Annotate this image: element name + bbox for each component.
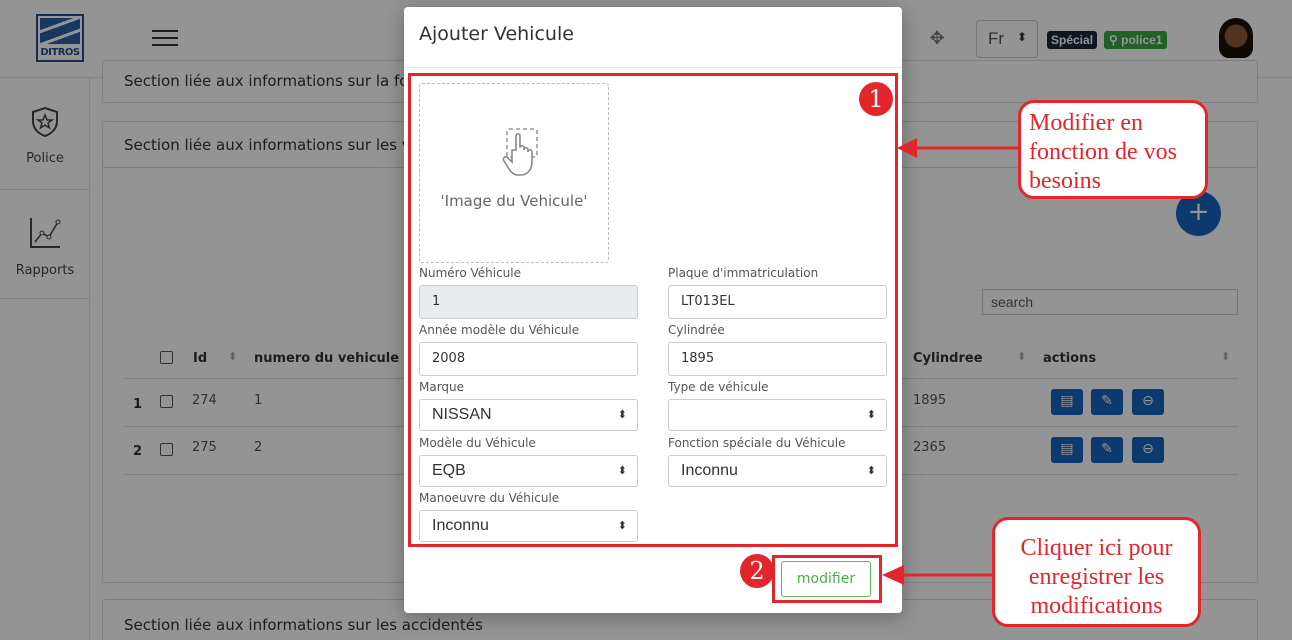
- callout-save: Cliquer ici pour enregistrer les modific…: [992, 517, 1201, 627]
- form-highlight-box: [408, 73, 898, 547]
- button-highlight-box: [772, 555, 882, 603]
- callout-modify: Modifier en fonction de vos besoins: [1018, 100, 1208, 199]
- arrow-left-icon: [882, 565, 994, 585]
- modal-title: Ajouter Vehicule: [419, 23, 574, 45]
- step-marker-2: 2: [740, 554, 774, 588]
- arrow-left-icon: [897, 138, 1021, 158]
- step-marker-1: 1: [859, 82, 893, 116]
